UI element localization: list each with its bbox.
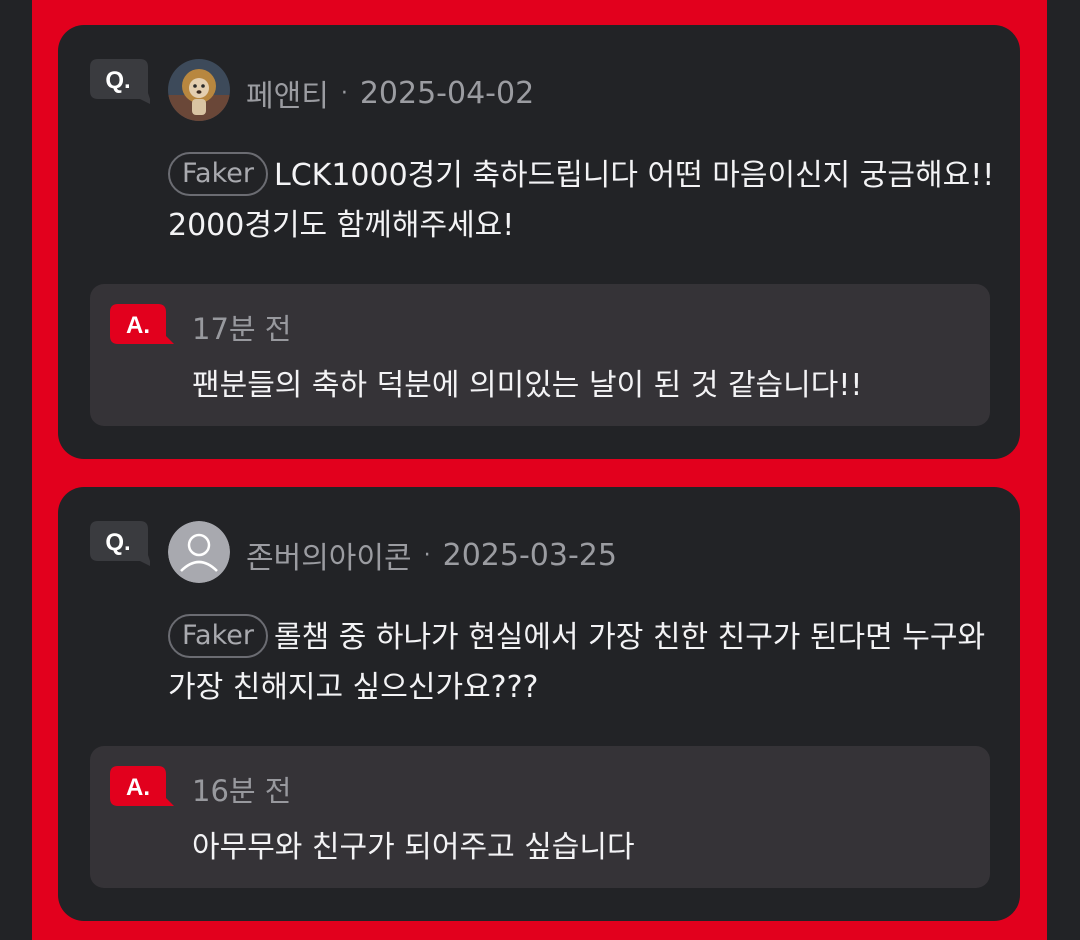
svg-text:Q.: Q. [105, 529, 130, 556]
answer-time: 16분 전 [192, 774, 292, 808]
qa-card: Q. 존버의아이콘 · 2025-03-25 Faker 롤챔 중 하나가 현실에… [58, 487, 1020, 921]
answer-time: 17분 전 [192, 312, 292, 346]
avatar[interactable] [168, 59, 230, 121]
recipient-tag[interactable]: Faker [168, 614, 268, 658]
meta-separator: · [340, 80, 348, 106]
author-meta: 페앤티 · 2025-04-02 [246, 71, 534, 115]
question-text: LCK1000경기 축하드립니다 어떤 마음이신지 궁금해요!! 2000경기도… [168, 158, 995, 243]
answer-badge: A. [110, 766, 174, 810]
author-name[interactable]: 존버의아이콘 [246, 533, 412, 577]
avatar[interactable] [168, 521, 230, 583]
recipient-tag[interactable]: Faker [168, 152, 268, 196]
answer-text: 팬분들의 축하 덕분에 의미있는 날이 된 것 같습니다!! [192, 368, 863, 403]
svg-text:A.: A. [126, 312, 150, 339]
question-text: 롤챔 중 하나가 현실에서 가장 친한 친구가 된다면 누구와 가장 친해지고 … [168, 620, 986, 705]
question-badge: Q. [90, 521, 150, 566]
default-user-icon [168, 521, 230, 583]
author-meta: 존버의아이콘 · 2025-03-25 [246, 533, 617, 577]
lion-dog-photo-avatar-icon [168, 59, 230, 121]
answer-badge: A. [110, 304, 174, 348]
qa-card: Q. 페앤티 · 2025-04-02 Faker LCK1000경기 축하드립니… [58, 25, 1020, 459]
question-text-block: Faker 롤챔 중 하나가 현실에서 가장 친한 친구가 된다면 누구와 가장 … [168, 613, 998, 713]
question-badge: Q. [90, 59, 150, 104]
post-date: 2025-04-02 [359, 75, 535, 111]
svg-text:Q.: Q. [105, 67, 130, 94]
answer-box: A. 16분 전 아무무와 친구가 되어주고 싶습니다 [90, 746, 990, 888]
answer-text: 아무무와 친구가 되어주고 싶습니다 [192, 830, 635, 865]
meta-separator: · [423, 542, 431, 568]
author-name[interactable]: 페앤티 [246, 71, 329, 115]
answer-box: A. 17분 전 팬분들의 축하 덕분에 의미있는 날이 된 것 같습니다!! [90, 284, 990, 426]
post-date: 2025-03-25 [442, 537, 617, 573]
question-text-block: Faker LCK1000경기 축하드립니다 어떤 마음이신지 궁금해요!! 20… [168, 151, 998, 251]
svg-text:A.: A. [126, 774, 150, 801]
